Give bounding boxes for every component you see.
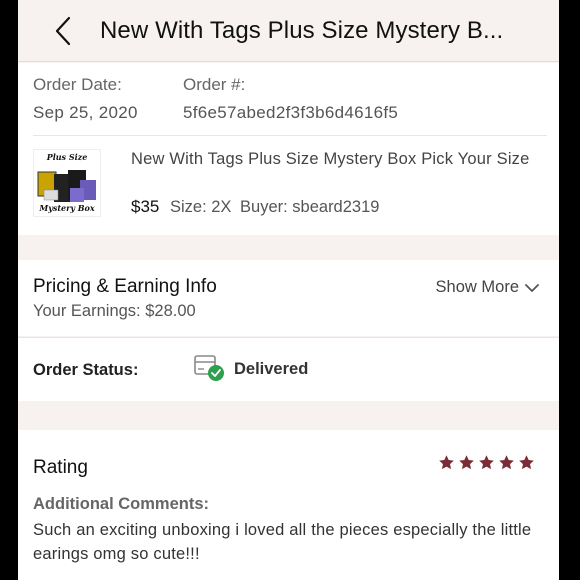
order-status-label: Order Status: [33, 361, 139, 379]
star-rating [438, 454, 535, 471]
order-number: Order #: 5f6e57abed2f3f3b6d4616f5 [183, 75, 398, 123]
back-button[interactable] [48, 14, 78, 48]
earnings-text: Your Earnings: $28.00 [33, 302, 196, 320]
star-icon [479, 455, 494, 470]
star-icon [439, 455, 454, 470]
page-title: New With Tags Plus Size Mystery B... [100, 17, 504, 44]
rating-card: Rating Additional Comments: Such an exci… [18, 430, 559, 580]
order-number-value: 5f6e57abed2f3f3b6d4616f5 [183, 103, 399, 122]
order-number-label: Order #: [183, 75, 246, 94]
top-nav-bar: New With Tags Plus Size Mystery B... [18, 0, 559, 62]
chevron-left-icon [55, 16, 71, 46]
comments-text: Such an exciting unboxing i loved all th… [33, 521, 532, 563]
star-icon [519, 455, 534, 470]
order-status-card: Order Status: Delivered [18, 337, 559, 401]
item-size: Size: 2X [169, 198, 232, 216]
pricing-title: Pricing & Earning Info [33, 276, 217, 297]
rating-title: Rating [33, 457, 88, 478]
pricing-card: Pricing & Earning Info Your Earnings: $2… [18, 260, 559, 336]
order-date: Order Date: Sep 25, 2020 [33, 75, 138, 123]
divider [33, 135, 547, 136]
order-date-value: Sep 25, 2020 [33, 103, 138, 122]
item-price: $35 [131, 197, 160, 216]
item-details: $35 Size: 2X Buyer: sbeard2319 [131, 197, 383, 217]
delivered-box-icon [194, 355, 224, 381]
show-more-button[interactable]: Show More [436, 278, 539, 297]
item-thumbnail[interactable]: Plus Size Mystery Box [33, 149, 101, 217]
chevron-down-icon [525, 283, 539, 292]
comments-label: Additional Comments: [33, 495, 209, 513]
item-buyer[interactable]: Buyer: sbeard2319 [240, 198, 379, 216]
star-icon [459, 455, 474, 470]
thumbnail-caption-bottom: Mystery Box [39, 203, 95, 213]
star-icon [499, 455, 514, 470]
order-date-label: Order Date: [33, 75, 122, 94]
item-title[interactable]: New With Tags Plus Size Mystery Box Pick… [131, 148, 531, 171]
app-frame: New With Tags Plus Size Mystery B... Ord… [18, 0, 559, 580]
show-more-label: Show More [435, 278, 519, 296]
order-status-value: Delivered [234, 360, 309, 378]
order-summary-card: Order Date: Sep 25, 2020 Order #: 5f6e57… [18, 63, 559, 235]
